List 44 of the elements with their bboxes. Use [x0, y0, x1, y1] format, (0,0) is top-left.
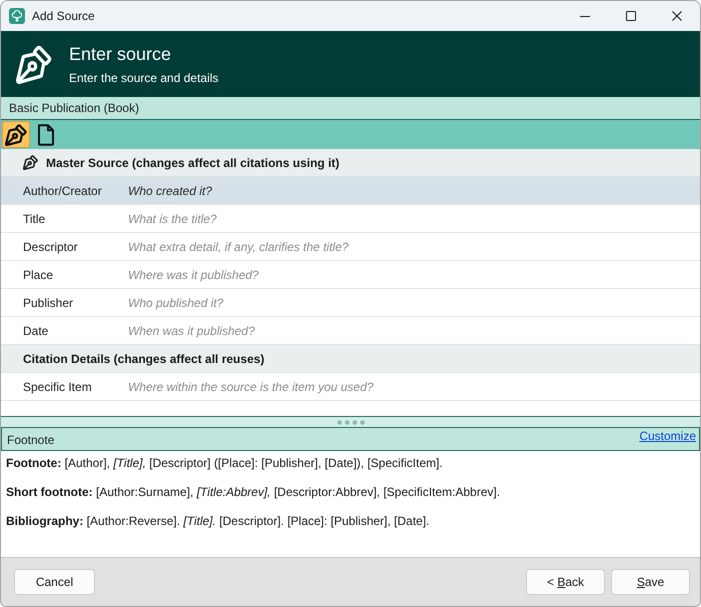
close-icon[interactable] — [672, 11, 682, 21]
section-title: Master Source (changes affect all citations using it) — [46, 156, 340, 170]
citation-format-text: Footnote: [Author], [Title], [Descriptor] ([Place]: [Publisher], [Date]), [SpecificItem]. — [6, 456, 444, 471]
input-field[interactable]: Who created it? — [128, 177, 699, 204]
pen-tool-button[interactable] — [2, 121, 30, 148]
input-field[interactable]: Where was it published? — [128, 261, 699, 288]
field-row[interactable]: Title What is the title? — [1, 205, 700, 233]
field-label: Specific Item — [22, 380, 93, 394]
field-label: Date — [22, 324, 50, 338]
document-icon — [37, 124, 55, 146]
field-row[interactable]: Author/Creator Who created it? — [1, 177, 700, 205]
field-label: Place — [22, 268, 54, 282]
window-title: Add Source — [32, 9, 95, 23]
maximize-icon[interactable] — [626, 11, 636, 21]
grip-icon — [336, 420, 364, 424]
section-title: Citation Details (changes affect all reuses) — [23, 352, 264, 366]
pen-nib-icon — [16, 44, 52, 84]
input-field[interactable]: What extra detail, if any, clarifies the title? — [128, 233, 699, 260]
pen-nib-icon — [5, 124, 27, 146]
citation-format-text: Bibliography: [Author:Reverse]. [Title]. [Descriptor]. [Place]: [Publisher], [Date]. — [6, 514, 430, 529]
input-field[interactable]: Who published it? — [128, 289, 699, 316]
header-subtitle: Enter the source and details — [69, 71, 218, 85]
field-row[interactable]: Descriptor What extra detail, if any, clarifies the title? — [1, 233, 700, 261]
splitter-bar[interactable] — [1, 416, 700, 427]
tree-icon — [9, 8, 25, 24]
input-field[interactable]: Where within the source is the item you used? — [128, 373, 699, 400]
field-row[interactable]: Specific Item Where within the source is the item you used? — [1, 373, 700, 401]
field-row[interactable]: Publisher Who published it? — [1, 289, 700, 317]
dialog-button[interactable]: < Back — [526, 569, 605, 595]
dialog-button[interactable]: Cancel — [14, 569, 95, 595]
footnote-title: Footnote — [6, 432, 54, 447]
customize-link[interactable]: Customize — [639, 428, 699, 443]
field-label: Author/Creator — [22, 184, 103, 198]
field-label: Title — [22, 212, 46, 226]
input-field[interactable]: When was it published? — [128, 317, 699, 344]
field-label: Descriptor — [22, 240, 79, 254]
source-type-label: Basic Publication (Book) — [1, 97, 700, 120]
field-label: Publisher — [22, 296, 74, 310]
input-field[interactable]: What is the title? — [128, 205, 699, 232]
dialog-button[interactable]: Save — [611, 569, 690, 595]
citation-format-text: Short footnote: [Author:Surname], [Title:Abbrev], [Descriptor:Abbrev], [SpecificItem:Abbrev]. — [6, 485, 502, 500]
header-title: Enter source — [69, 43, 172, 65]
pen-nib-icon — [23, 155, 38, 170]
field-row[interactable]: Place Where was it published? — [1, 261, 700, 289]
